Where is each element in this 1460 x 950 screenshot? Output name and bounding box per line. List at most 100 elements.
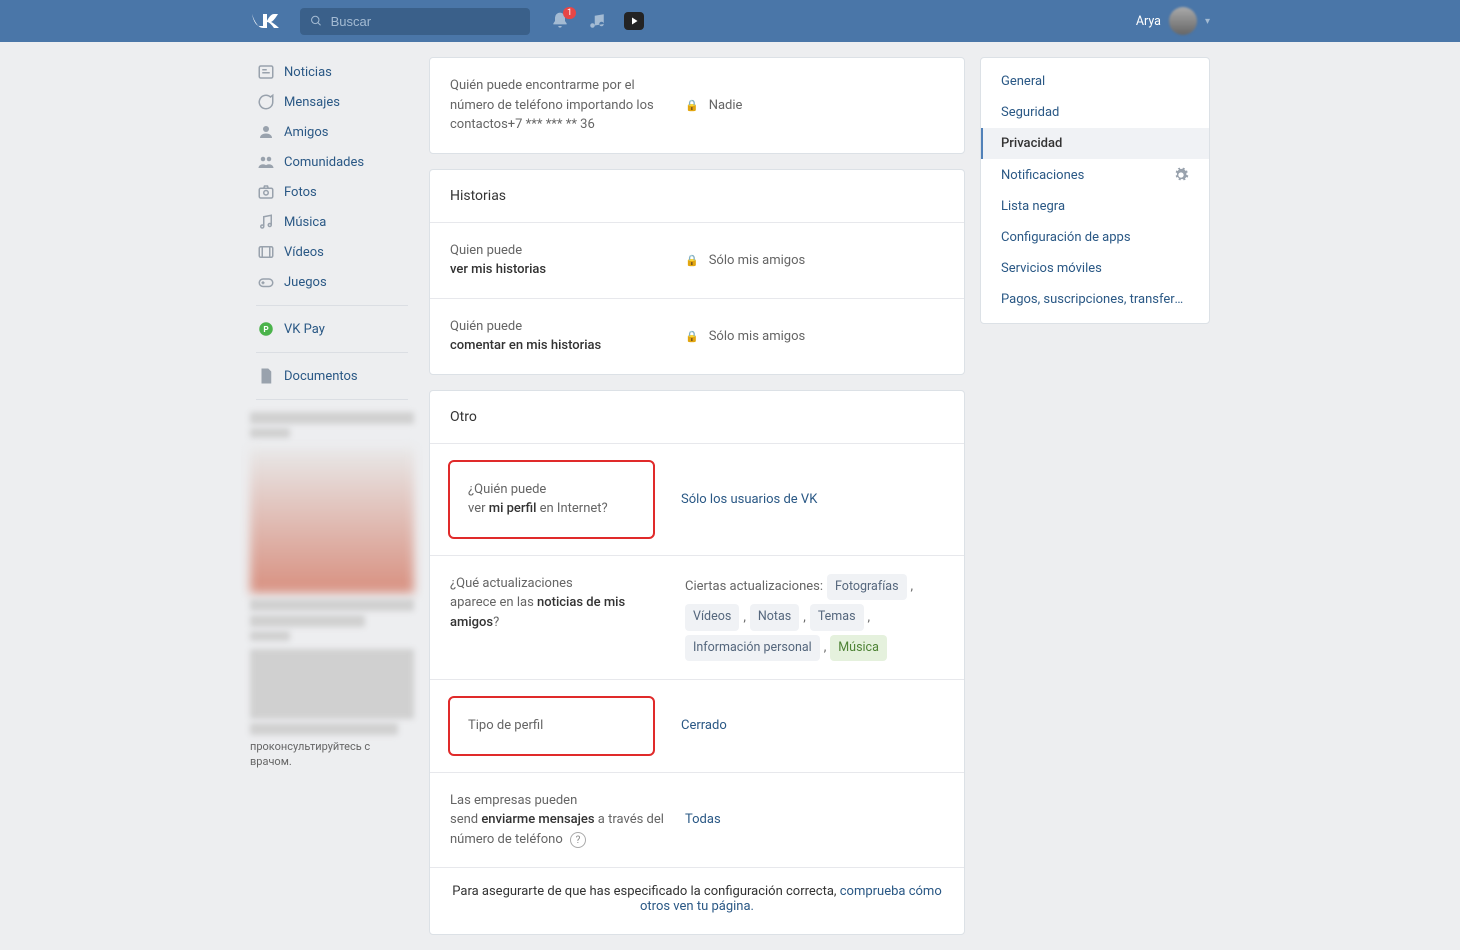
nav-mobile[interactable]: Servicios móviles (981, 253, 1209, 284)
music-icon[interactable] (588, 12, 606, 30)
other-panel: Otro ¿Quién puede ver mi perfil en Inter… (429, 390, 965, 936)
tag-photos[interactable]: Fotografías (827, 574, 907, 601)
privacy-value[interactable]: Ciertas actualizaciones: Fotografías, Ví… (685, 574, 944, 662)
nav-privacy[interactable]: Privacidad (981, 128, 1209, 159)
film-icon (256, 242, 276, 262)
sidebar-item-vkpay[interactable]: P VK Pay (250, 314, 414, 344)
lock-icon: 🔒 (685, 330, 699, 343)
sidebar-item-photos[interactable]: Fotos (250, 177, 414, 207)
privacy-row-phone-lookup: Quién puede encontrarme por el número de… (430, 58, 964, 153)
document-icon (256, 366, 276, 386)
gear-icon[interactable] (1173, 167, 1189, 183)
sidebar-item-friends[interactable]: Amigos (250, 117, 414, 147)
news-icon (256, 62, 276, 82)
privacy-value[interactable]: Sólo los usuarios de VK (681, 492, 944, 507)
sidebar-label: Juegos (284, 275, 327, 290)
row-label: Tipo de perfil (450, 700, 653, 752)
row-label: ¿Qué actualizaciones aparece en las noti… (450, 574, 685, 662)
row-label: ¿Quién puede ver mi perfil en Internet? (450, 464, 653, 535)
sidebar-label: Noticias (284, 65, 332, 80)
communities-icon (256, 152, 276, 172)
search-input[interactable] (331, 14, 520, 29)
privacy-row-profile-type: Tipo de perfil Cerrado (430, 680, 964, 773)
friends-icon (256, 122, 276, 142)
nav-apps[interactable]: Configuración de apps (981, 222, 1209, 253)
user-menu[interactable]: Arya ▾ (1136, 7, 1210, 35)
sidebar-item-games[interactable]: Juegos (250, 267, 414, 297)
ad-disclaimer: проконсультируйтесь с врачом. (250, 739, 414, 770)
tag-videos[interactable]: Vídeos (685, 604, 739, 631)
sidebar-item-videos[interactable]: Vídeos (250, 237, 414, 267)
row-label: Quién puede encontrarme por el número de… (450, 76, 685, 135)
sidebar-label: VK Pay (284, 322, 325, 337)
camera-icon (256, 182, 276, 202)
avatar (1169, 7, 1197, 35)
sidebar: Noticias Mensajes Amigos Comunidades Fot… (250, 57, 414, 770)
notification-badge: 1 (563, 7, 576, 19)
sidebar-label: Vídeos (284, 245, 324, 260)
svg-text:P: P (263, 325, 268, 335)
nav-general[interactable]: General (981, 66, 1209, 97)
music-note-icon (256, 212, 276, 232)
privacy-row-view-stories: Quien puede ver mis historias 🔒 Sólo mis… (430, 223, 964, 299)
privacy-row-comment-stories: Quién puede comentar en mis historias 🔒 … (430, 299, 964, 374)
message-icon (256, 92, 276, 112)
sidebar-item-messages[interactable]: Mensajes (250, 87, 414, 117)
lock-icon: 🔒 (685, 99, 699, 112)
updates-prefix: Ciertas actualizaciones: (685, 575, 823, 598)
sidebar-label: Comunidades (284, 155, 364, 170)
value-link: Sólo los usuarios de VK (681, 492, 817, 507)
search-icon (310, 14, 323, 28)
footer-check: Para asegurarte de que has especificado … (430, 868, 964, 934)
settings-nav: General Seguridad Privacidad Notificacio… (980, 57, 1210, 324)
lock-icon: 🔒 (685, 254, 699, 267)
privacy-value[interactable]: 🔒 Sólo mis amigos (685, 241, 944, 280)
sidebar-item-news[interactable]: Noticias (250, 57, 414, 87)
privacy-contact-panel: Quién puede encontrarme por el número de… (429, 57, 965, 154)
row-label: Quien puede ver mis historias (450, 241, 685, 280)
value-link: Todas (685, 812, 721, 827)
privacy-value[interactable]: 🔒 Sólo mis amigos (685, 317, 944, 356)
search-box[interactable] (300, 8, 530, 35)
row-label: Quién puede comentar en mis historias (450, 317, 685, 356)
sidebar-label: Amigos (284, 125, 328, 140)
sidebar-label: Documentos (284, 369, 358, 384)
main-content: Quién puede encontrarme por el número de… (429, 57, 965, 950)
sidebar-item-documents[interactable]: Documentos (250, 361, 414, 391)
sidebar-ad[interactable]: проконсультируйтесь с врачом. (250, 412, 414, 770)
panel-header: Otro (430, 391, 964, 444)
stories-panel: Historias Quien puede ver mis historias … (429, 169, 965, 375)
nav-notifications[interactable]: Notificaciones (981, 159, 1209, 191)
privacy-value[interactable]: 🔒 Nadie (685, 76, 944, 135)
sidebar-label: Fotos (284, 185, 317, 200)
value-link: Cerrado (681, 718, 727, 733)
privacy-value[interactable]: Todas (685, 791, 944, 850)
tag-topics[interactable]: Temas (810, 604, 864, 631)
row-label: Las empresas pueden send enviarme mensaj… (450, 791, 685, 850)
privacy-row-updates: ¿Qué actualizaciones aparece en las noti… (430, 556, 964, 681)
pay-icon: P (256, 319, 276, 339)
privacy-value[interactable]: Cerrado (681, 718, 944, 733)
gamepad-icon (256, 272, 276, 292)
notifications-icon[interactable]: 1 (550, 11, 570, 31)
vk-logo[interactable] (250, 12, 280, 30)
sidebar-label: Mensajes (284, 95, 340, 110)
tag-notes[interactable]: Notas (750, 604, 799, 631)
video-play-icon[interactable] (624, 12, 644, 30)
help-icon[interactable]: ? (570, 832, 586, 848)
nav-payments[interactable]: Pagos, suscripciones, transferenc… (981, 284, 1209, 315)
panel-header: Historias (430, 170, 964, 223)
privacy-row-company-messages: Las empresas pueden send enviarme mensaj… (430, 773, 964, 869)
value-text: Sólo mis amigos (709, 253, 805, 268)
header: 1 Arya ▾ (0, 0, 1460, 42)
nav-security[interactable]: Seguridad (981, 97, 1209, 128)
tag-personal[interactable]: Información personal (685, 635, 820, 662)
sidebar-item-communities[interactable]: Comunidades (250, 147, 414, 177)
sidebar-label: Música (284, 215, 326, 230)
tag-music[interactable]: Música (830, 635, 887, 662)
sidebar-item-music[interactable]: Música (250, 207, 414, 237)
user-name: Arya (1136, 14, 1161, 29)
chevron-down-icon: ▾ (1205, 16, 1210, 27)
nav-blacklist[interactable]: Lista negra (981, 191, 1209, 222)
value-text: Nadie (709, 98, 743, 113)
